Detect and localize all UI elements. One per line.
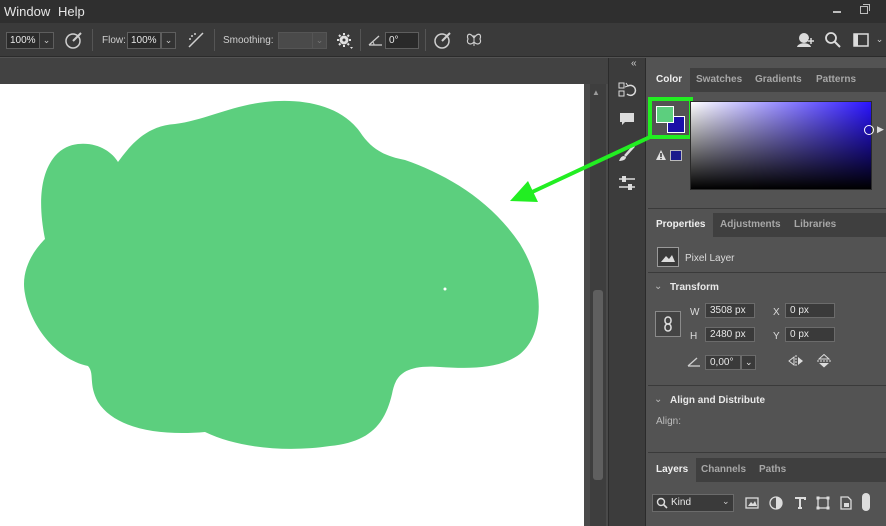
- layers-panel-tabs: Layers Channels Paths: [648, 458, 886, 482]
- properties-panel-tabs: Properties Adjustments Libraries: [648, 213, 886, 237]
- angle-icon: [366, 30, 386, 50]
- separator: [360, 29, 361, 51]
- smoothing-dropdown[interactable]: ⌄: [312, 32, 327, 49]
- y-label: Y: [773, 331, 780, 342]
- tab-swatches[interactable]: Swatches: [688, 68, 750, 92]
- x-field[interactable]: 0 px: [785, 303, 835, 318]
- pixel-layer-icon: [657, 247, 679, 267]
- tab-properties[interactable]: Properties: [648, 213, 714, 237]
- workspace-icon[interactable]: [852, 30, 872, 50]
- flow-field[interactable]: 100%: [127, 32, 161, 49]
- workspace-dropdown[interactable]: ⌄: [873, 32, 886, 49]
- flow-label: Flow:: [102, 35, 126, 46]
- opacity-field[interactable]: 100%: [6, 32, 40, 49]
- menu-window[interactable]: Window: [4, 4, 50, 19]
- x-label: X: [773, 307, 780, 318]
- smoothing-label: Smoothing:: [223, 35, 274, 46]
- scroll-up-icon[interactable]: ▲: [592, 88, 600, 97]
- canvas[interactable]: [0, 84, 584, 526]
- chevron-down-icon[interactable]: ⌄: [722, 496, 730, 507]
- filter-kind-label: Kind: [671, 497, 692, 508]
- gear-icon[interactable]: [335, 30, 355, 50]
- minimize-icon[interactable]: [824, 2, 850, 20]
- flip-vertical-icon[interactable]: [816, 353, 832, 371]
- angle-icon: [686, 354, 702, 371]
- filter-shape-icon[interactable]: [815, 495, 831, 514]
- adjustments-sliders-icon[interactable]: [616, 172, 638, 194]
- search-icon[interactable]: [823, 30, 843, 50]
- tab-paths[interactable]: Paths: [751, 458, 794, 482]
- h-label: H: [690, 331, 698, 342]
- search-icon: [656, 497, 668, 512]
- filter-toggle[interactable]: [862, 493, 870, 511]
- align-label: Align:: [656, 416, 682, 427]
- rotation-field[interactable]: 0,00°: [705, 355, 741, 370]
- brush-settings-icon[interactable]: [616, 143, 638, 165]
- panel-divider: [648, 208, 886, 209]
- align-distribute-title: Align and Distribute: [670, 395, 765, 406]
- panel-divider: [648, 385, 886, 386]
- tab-channels[interactable]: Channels: [693, 458, 754, 482]
- color-panel-tabs: Color Swatches Gradients Patterns: [648, 68, 886, 92]
- separator: [214, 29, 215, 51]
- history-icon[interactable]: [616, 80, 638, 102]
- tab-libraries[interactable]: Libraries: [786, 213, 844, 237]
- width-field[interactable]: 3508 px: [705, 303, 755, 318]
- w-label: W: [690, 307, 700, 318]
- y-field[interactable]: 0 px: [785, 327, 835, 342]
- transform-title: Transform: [670, 282, 719, 293]
- flip-horizontal-icon[interactable]: [788, 354, 804, 371]
- chevron-down-icon[interactable]: ⌄: [654, 394, 662, 405]
- foreground-color-swatch[interactable]: [656, 106, 674, 123]
- tab-layers[interactable]: Layers: [648, 458, 697, 482]
- hue-slider-arrow-icon[interactable]: ▶: [877, 124, 884, 135]
- filter-adjustment-icon[interactable]: [768, 495, 784, 514]
- document-tab-strip: [0, 58, 608, 84]
- panel-divider: [648, 272, 886, 273]
- warning-icon[interactable]: [655, 149, 667, 164]
- chevron-down-icon[interactable]: ⌄: [654, 281, 662, 292]
- tab-color[interactable]: Color: [648, 68, 691, 92]
- height-field[interactable]: 2480 px: [705, 327, 755, 342]
- restore-icon[interactable]: [852, 2, 878, 20]
- options-bar: 100% ⌄ Flow: 100% ⌄ Smoothing: ⌄ 0° ⌄: [0, 23, 886, 57]
- separator: [92, 29, 93, 51]
- green-paint-blob: [24, 100, 539, 449]
- smoothing-field[interactable]: [278, 32, 313, 49]
- pressure-size-icon[interactable]: [433, 30, 453, 50]
- gamut-color-swatch[interactable]: [670, 150, 682, 161]
- opacity-dropdown[interactable]: ⌄: [39, 32, 54, 49]
- separator: [425, 29, 426, 51]
- angle-field[interactable]: 0°: [385, 32, 419, 49]
- link-proportions-button[interactable]: [655, 311, 681, 337]
- layer-type-label: Pixel Layer: [685, 253, 735, 264]
- airbrush-icon[interactable]: [186, 30, 206, 50]
- color-picker-ring[interactable]: [864, 125, 874, 135]
- tab-patterns[interactable]: Patterns: [808, 68, 864, 92]
- flow-dropdown[interactable]: ⌄: [161, 32, 176, 49]
- menu-bar: Window Help: [0, 0, 886, 23]
- menu-help[interactable]: Help: [58, 4, 85, 19]
- tab-adjustments[interactable]: Adjustments: [712, 213, 789, 237]
- panel-divider: [648, 452, 886, 453]
- rotation-dropdown[interactable]: ⌄: [741, 355, 756, 370]
- filter-smart-object-icon[interactable]: [838, 495, 854, 514]
- scrollbar-thumb[interactable]: [593, 290, 603, 480]
- comments-icon[interactable]: [616, 108, 638, 130]
- tab-gradients[interactable]: Gradients: [747, 68, 810, 92]
- pressure-opacity-icon[interactable]: [64, 30, 84, 50]
- filter-pixel-icon[interactable]: [744, 495, 760, 514]
- symmetry-butterfly-icon[interactable]: [464, 30, 484, 50]
- collapse-panels-icon[interactable]: «: [631, 58, 637, 69]
- color-picker-field[interactable]: [690, 101, 872, 190]
- cloud-user-icon[interactable]: [795, 30, 815, 50]
- filter-type-icon[interactable]: [792, 495, 808, 514]
